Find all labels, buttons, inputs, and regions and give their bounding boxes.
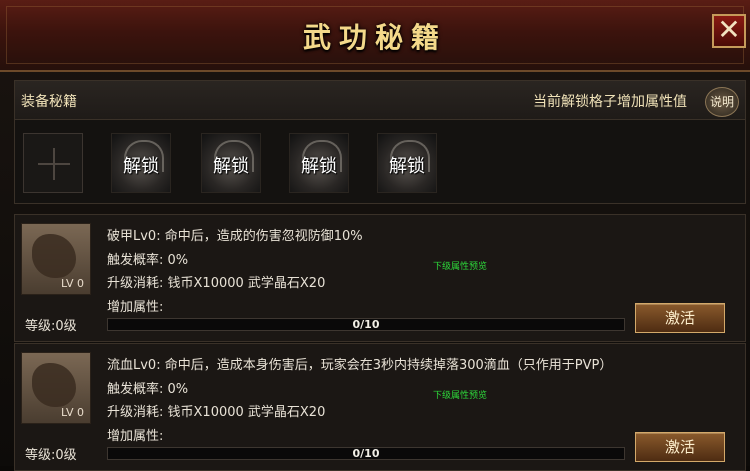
skill-description: 破甲Lv0: 命中后，造成的伤害忽视防御10% — [107, 229, 363, 244]
progress-text: 0/10 — [352, 318, 380, 331]
skill-book-window: 武功秘籍 ✕ 装备秘籍 当前解锁格子增加属性值 说明 解锁 解锁 解锁 解锁 L… — [0, 0, 750, 471]
equip-panel-header: 装备秘籍 当前解锁格子增加属性值 说明 — [15, 81, 745, 120]
skill-level: 等级:0级 — [25, 448, 77, 463]
skill-icon-level: LV 0 — [61, 406, 84, 419]
skill-icon-box[interactable]: LV 0 — [21, 352, 91, 424]
skill-icon-box[interactable]: LV 0 — [21, 223, 91, 295]
bonus-attributes: 增加属性: — [107, 429, 164, 444]
unlock-hint: 当前解锁格子增加属性值 — [533, 94, 687, 110]
locked-slot[interactable]: 解锁 — [111, 133, 171, 193]
next-level-preview: 下级属性预览 — [433, 262, 488, 272]
window-title: 武功秘籍 — [302, 21, 447, 54]
progress-text: 0/10 — [352, 447, 380, 460]
next-level-preview: 下级属性预览 — [433, 391, 488, 401]
armor-break-skill-icon — [32, 234, 76, 278]
activate-button[interactable]: 激活 — [635, 432, 725, 462]
locked-slot[interactable]: 解锁 — [289, 133, 349, 193]
upgrade-cost: 升级消耗: 钱币X10000 武学晶石X20 — [107, 276, 326, 291]
plus-icon — [53, 148, 55, 180]
progress-bar: 0/10 — [107, 447, 625, 460]
unlock-label: 解锁 — [123, 156, 159, 177]
locked-slot[interactable]: 解锁 — [377, 133, 437, 193]
title-bar: 武功秘籍 ✕ — [0, 0, 750, 72]
skill-row-bleed: LV 0 等级:0级 流血Lv0: 命中后，造成本身伤害后，玩家会在3秒内持续掉… — [14, 343, 746, 471]
progress-bar: 0/10 — [107, 318, 625, 331]
skill-level: 等级:0级 — [25, 319, 77, 334]
activate-button[interactable]: 激活 — [635, 303, 725, 333]
trigger-chance: 触发概率: 0% — [107, 253, 189, 268]
unlock-label: 解锁 — [213, 156, 249, 177]
equip-panel: 装备秘籍 当前解锁格子增加属性值 说明 解锁 解锁 解锁 解锁 — [14, 80, 746, 204]
skill-description: 流血Lv0: 命中后，造成本身伤害后，玩家会在3秒内持续掉落300滴血（只作用于… — [107, 358, 613, 373]
locked-slot[interactable]: 解锁 — [201, 133, 261, 193]
bleed-skill-icon — [32, 363, 76, 407]
skill-icon-level: LV 0 — [61, 277, 84, 290]
upgrade-cost: 升级消耗: 钱币X10000 武学晶石X20 — [107, 405, 326, 420]
unlock-label: 解锁 — [389, 156, 425, 177]
empty-slot[interactable] — [23, 133, 83, 193]
unlock-label: 解锁 — [301, 156, 337, 177]
help-button[interactable]: 说明 — [705, 87, 739, 117]
equip-panel-title: 装备秘籍 — [21, 94, 77, 110]
skill-row-armor-break: LV 0 等级:0级 破甲Lv0: 命中后，造成的伤害忽视防御10% 触发概率:… — [14, 214, 746, 342]
close-button[interactable]: ✕ — [712, 14, 746, 48]
trigger-chance: 触发概率: 0% — [107, 382, 189, 397]
bonus-attributes: 增加属性: — [107, 300, 164, 315]
